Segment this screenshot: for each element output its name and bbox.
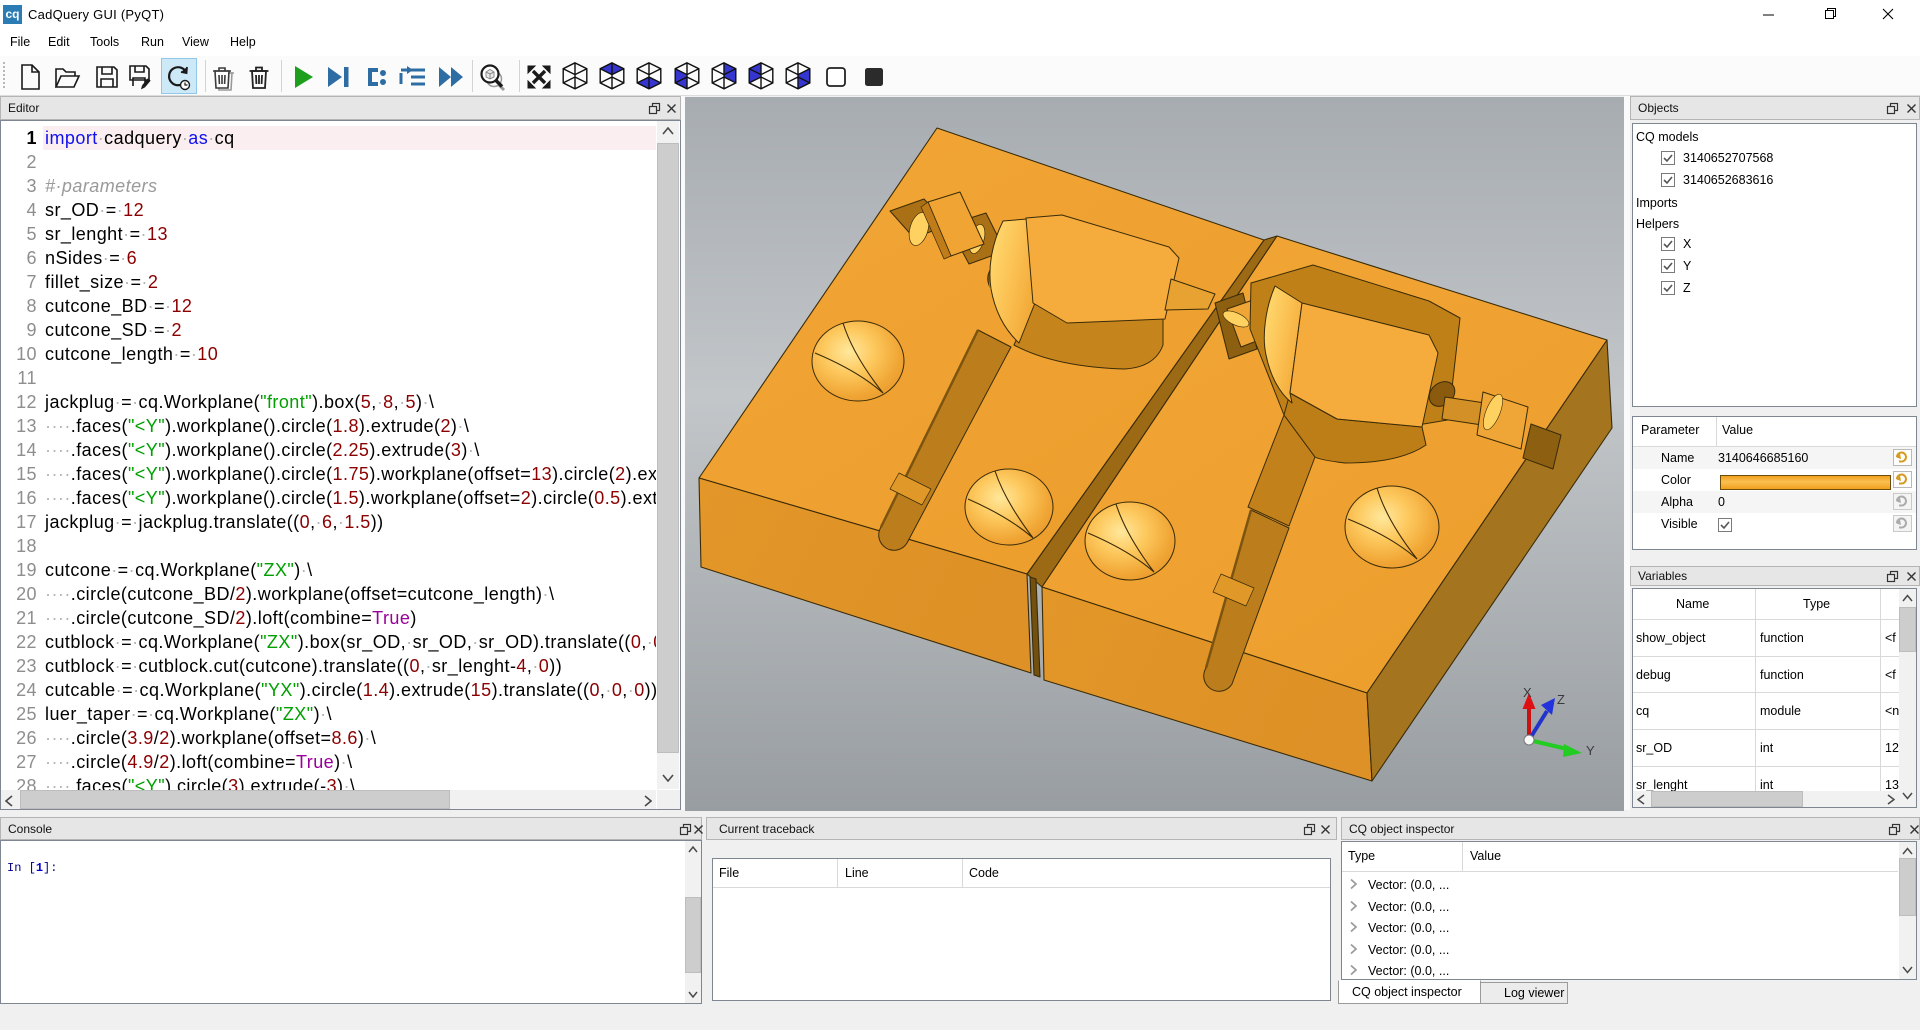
svg-text:Z: Z <box>1557 692 1565 707</box>
svg-text:Y: Y <box>1586 743 1595 758</box>
svg-text:X: X <box>1523 685 1532 700</box>
